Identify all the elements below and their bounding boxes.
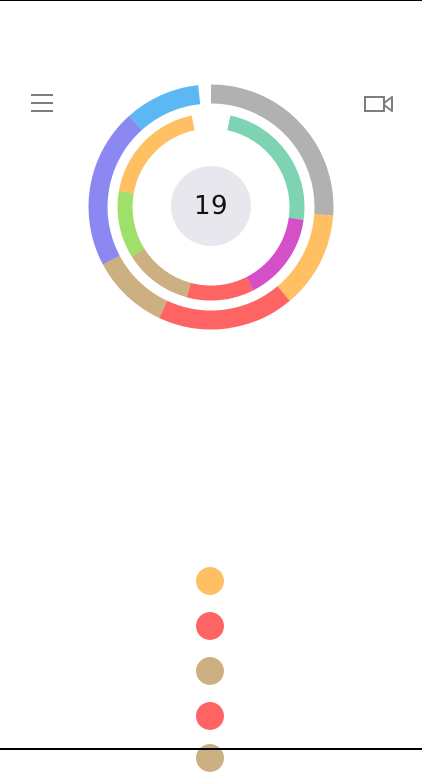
- inner-ring-segment[interactable]: [117, 190, 145, 257]
- queue-ball: [196, 612, 224, 640]
- score-value: 19: [193, 191, 229, 221]
- inner-ring-segment[interactable]: [131, 248, 191, 298]
- score-disc[interactable]: 19: [171, 166, 251, 246]
- queue-ball: [196, 702, 224, 730]
- inner-ring-segment[interactable]: [186, 276, 254, 301]
- inner-ring-segment[interactable]: [246, 217, 304, 291]
- queue-ball: [196, 567, 224, 595]
- queue-ball: [196, 657, 224, 685]
